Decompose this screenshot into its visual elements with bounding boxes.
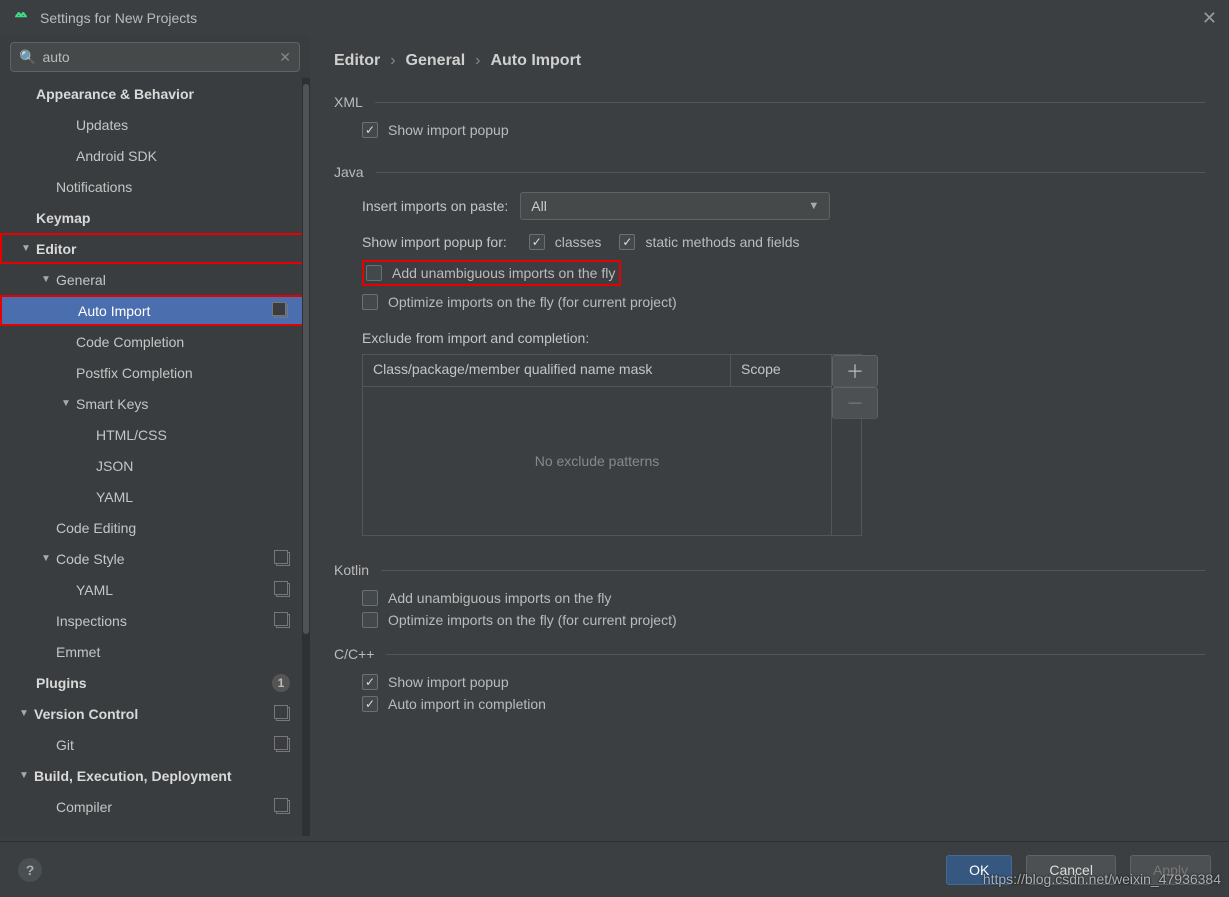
checkbox-icon[interactable] xyxy=(362,674,378,690)
tree-updates[interactable]: Updates xyxy=(0,109,310,140)
checkbox-icon[interactable] xyxy=(366,265,382,281)
checkbox-icon[interactable] xyxy=(362,590,378,606)
chevron-down-icon xyxy=(40,553,52,564)
tree-version-control[interactable]: Version Control xyxy=(0,698,310,729)
tree-git[interactable]: Git xyxy=(0,729,310,760)
caret-down-icon: ▼ xyxy=(808,200,819,212)
tree-code-style[interactable]: Code Style xyxy=(0,543,310,574)
tree-plugins[interactable]: Plugins 1 xyxy=(0,667,310,698)
insert-imports-label: Insert imports on paste: xyxy=(362,198,508,214)
clear-search-icon[interactable]: ✕ xyxy=(279,49,291,66)
watermark-text: https://blog.csdn.net/weixin_47936384 xyxy=(983,871,1221,887)
popup-static[interactable]: static methods and fields xyxy=(619,234,799,250)
tree-json[interactable]: JSON xyxy=(0,450,310,481)
th-scope[interactable]: Scope xyxy=(731,355,831,386)
help-button[interactable]: ? xyxy=(18,858,42,882)
search-icon: 🔍 xyxy=(19,49,36,66)
close-icon[interactable]: ✕ xyxy=(1202,8,1217,29)
tree-editor[interactable]: Editor xyxy=(0,233,310,264)
settings-tree: Appearance & Behavior Updates Android SD… xyxy=(0,78,310,836)
ccpp-show-import[interactable]: Show import popup xyxy=(362,674,1205,690)
checkbox-icon[interactable] xyxy=(619,234,635,250)
checkbox-icon[interactable] xyxy=(362,696,378,712)
java-add-unambiguous[interactable]: Add unambiguous imports on the fly xyxy=(362,260,621,286)
crumb-general[interactable]: General xyxy=(406,52,466,70)
breadcrumb: Editor › General › Auto Import xyxy=(334,52,1205,70)
kotlin-optimize-imports[interactable]: Optimize imports on the fly (for current… xyxy=(362,612,1205,628)
copy-settings-icon[interactable] xyxy=(276,614,290,628)
tree-notifications[interactable]: Notifications xyxy=(0,171,310,202)
tree-yaml[interactable]: YAML xyxy=(0,481,310,512)
kotlin-add-unambiguous[interactable]: Add unambiguous imports on the fly xyxy=(362,590,1205,606)
checkbox-icon[interactable] xyxy=(362,294,378,310)
section-java: Java xyxy=(334,164,1205,180)
section-ccpp: C/C++ xyxy=(334,646,1205,662)
chevron-down-icon xyxy=(60,398,72,409)
sidebar-search[interactable]: 🔍 ✕ xyxy=(10,42,300,72)
tree-inspections[interactable]: Inspections xyxy=(0,605,310,636)
copy-settings-icon[interactable] xyxy=(276,583,290,597)
plugins-update-badge: 1 xyxy=(272,674,290,692)
popup-classes[interactable]: classes xyxy=(529,234,602,250)
chevron-down-icon xyxy=(18,770,30,781)
tree-keymap[interactable]: Keymap xyxy=(0,202,310,233)
tree-emmet[interactable]: Emmet xyxy=(0,636,310,667)
tree-code-completion[interactable]: Code Completion xyxy=(0,326,310,357)
java-optimize-imports[interactable]: Optimize imports on the fly (for current… xyxy=(362,294,1205,310)
section-xml: XML xyxy=(334,94,1205,110)
tree-postfix[interactable]: Postfix Completion xyxy=(0,357,310,388)
chevron-right-icon: › xyxy=(475,52,480,70)
copy-settings-icon[interactable] xyxy=(276,552,290,566)
crumb-auto-import: Auto Import xyxy=(490,52,581,70)
copy-settings-icon[interactable] xyxy=(276,800,290,814)
tree-build-exec-deploy[interactable]: Build, Execution, Deployment xyxy=(0,760,310,791)
tree-code-editing[interactable]: Code Editing xyxy=(0,512,310,543)
th-name[interactable]: Class/package/member qualified name mask xyxy=(363,355,731,386)
chevron-right-icon: › xyxy=(390,52,395,70)
exclude-empty: No exclude patterns xyxy=(363,387,831,535)
android-icon xyxy=(12,9,30,27)
sidebar-scrollbar[interactable] xyxy=(302,78,310,836)
dialog-footer: ? OK Cancel Apply xyxy=(0,841,1229,897)
checkbox-icon[interactable] xyxy=(529,234,545,250)
window-title: Settings for New Projects xyxy=(40,10,197,26)
xml-show-import-popup[interactable]: Show import popup xyxy=(362,122,1205,138)
add-exclude-button[interactable]: ＋ xyxy=(832,355,878,387)
tree-htmlcss[interactable]: HTML/CSS xyxy=(0,419,310,450)
copy-settings-icon[interactable] xyxy=(276,707,290,721)
copy-settings-icon[interactable] xyxy=(274,304,288,318)
tree-appearance-behavior[interactable]: Appearance & Behavior xyxy=(0,78,310,109)
tree-compiler[interactable]: Compiler xyxy=(0,791,310,822)
tree-general[interactable]: General xyxy=(0,264,310,295)
copy-settings-icon[interactable] xyxy=(276,738,290,752)
tree-yaml2[interactable]: YAML xyxy=(0,574,310,605)
search-input[interactable] xyxy=(42,49,279,65)
checkbox-icon[interactable] xyxy=(362,612,378,628)
settings-sidebar: 🔍 ✕ Appearance & Behavior Updates Androi… xyxy=(0,36,310,836)
checkbox-icon[interactable] xyxy=(362,122,378,138)
remove-exclude-button[interactable]: － xyxy=(832,387,878,419)
exclude-table: Class/package/member qualified name mask… xyxy=(362,354,862,536)
chevron-down-icon xyxy=(18,708,30,719)
insert-imports-select[interactable]: All ▼ xyxy=(520,192,830,220)
ccpp-auto-import[interactable]: Auto import in completion xyxy=(362,696,1205,712)
exclude-label: Exclude from import and completion: xyxy=(362,330,1205,346)
popup-for-label: Show import popup for: xyxy=(362,234,507,250)
tree-auto-import[interactable]: Auto Import xyxy=(0,295,310,326)
chevron-down-icon xyxy=(20,243,32,254)
section-kotlin: Kotlin xyxy=(334,562,1205,578)
tree-android-sdk[interactable]: Android SDK xyxy=(0,140,310,171)
crumb-editor[interactable]: Editor xyxy=(334,52,380,70)
tree-smart-keys[interactable]: Smart Keys xyxy=(0,388,310,419)
settings-content: Editor › General › Auto Import XML Show … xyxy=(310,36,1229,836)
chevron-down-icon xyxy=(40,274,52,285)
